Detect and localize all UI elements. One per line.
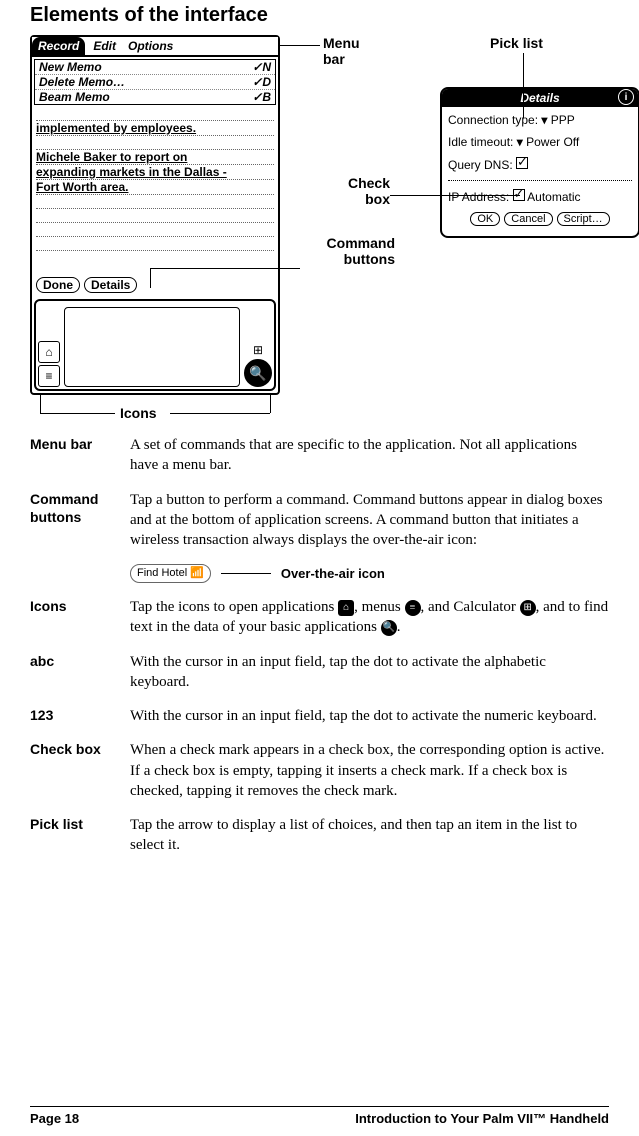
pick-list-arrow[interactable]: ▾	[517, 135, 523, 149]
applications-icon: ⌂	[338, 600, 354, 616]
term-check-box: Check box	[30, 740, 130, 801]
menu-item-new-memo[interactable]: New Memo	[39, 60, 102, 74]
over-the-air-icon: 📶	[190, 566, 204, 581]
pick-list-idle[interactable]: Power Off	[526, 135, 579, 149]
details-button[interactable]: Details	[84, 277, 137, 293]
menu-edit[interactable]: Edit	[87, 37, 122, 55]
callout-check-box: Check box	[330, 175, 390, 207]
palm-device-mock: Record Edit Options New Memo✓N Delete Me…	[30, 35, 280, 395]
details-dialog: Details i Connection type: ▾ PPP Idle ti…	[440, 87, 639, 238]
term-icons: Icons	[30, 597, 130, 638]
term-pick-list: Pick list	[30, 815, 130, 856]
graffiti-area[interactable]	[64, 307, 240, 387]
page-footer: Page 18 Introduction to Your Palm VII™ H…	[30, 1106, 609, 1126]
callout-over-the-air-icon: Over-the-air icon	[281, 565, 385, 583]
term-abc: abc	[30, 652, 130, 693]
term-menu-bar: Menu bar	[30, 435, 130, 476]
ok-button[interactable]: OK	[470, 212, 500, 226]
silkscreen-icons: ⌂ ≡ ⊞ 🔍	[34, 299, 276, 391]
book-title: Introduction to Your Palm VII™ Handheld	[355, 1111, 609, 1126]
done-button[interactable]: Done	[36, 277, 80, 293]
details-titlebar: Details i	[442, 89, 638, 107]
query-dns-checkbox[interactable]	[516, 157, 528, 169]
callout-pick-list: Pick list	[490, 35, 543, 51]
menu-record[interactable]: Record	[32, 37, 85, 55]
menu-item-delete-memo[interactable]: Delete Memo…	[39, 75, 125, 89]
term-123: 123	[30, 706, 130, 726]
definitions-table: Menu bar A set of commands that are spec…	[30, 435, 609, 856]
calculator-inline-icon: ⊞	[520, 600, 536, 616]
memo-text-area: implemented by employees. Michele Baker …	[32, 107, 278, 251]
page-heading: Elements of the interface	[30, 4, 609, 27]
term-command-buttons: Command buttons	[30, 490, 130, 551]
over-the-air-example: Find Hotel 📶 Over-the-air icon	[130, 564, 609, 583]
menu-options[interactable]: Options	[122, 37, 179, 55]
menu-icon[interactable]: ≡	[38, 365, 60, 387]
interface-diagram: Record Edit Options New Memo✓N Delete Me…	[30, 35, 609, 435]
menus-icon: ≡	[405, 600, 421, 616]
callout-icons: Icons	[120, 405, 157, 421]
home-icon[interactable]: ⌂	[38, 341, 60, 363]
find-icon[interactable]: 🔍	[244, 359, 272, 387]
calculator-icon[interactable]: ⊞	[253, 343, 263, 357]
find-hotel-button[interactable]: Find Hotel 📶	[130, 564, 211, 583]
script-button[interactable]: Script…	[557, 212, 610, 226]
menu-bar: Record Edit Options	[32, 37, 278, 57]
pick-list-arrow[interactable]: ▾	[541, 113, 547, 127]
find-inline-icon: 🔍	[381, 620, 397, 636]
callout-command-buttons: Command buttons	[305, 235, 395, 267]
record-menu-dropdown: New Memo✓N Delete Memo…✓D Beam Memo✓B	[34, 59, 276, 105]
cancel-button[interactable]: Cancel	[504, 212, 552, 226]
callout-menu-bar: Menu bar	[323, 35, 383, 67]
page-number: Page 18	[30, 1111, 79, 1126]
menu-item-beam-memo[interactable]: Beam Memo	[39, 90, 110, 104]
pick-list-connection[interactable]: PPP	[551, 113, 575, 127]
info-icon[interactable]: i	[618, 89, 634, 105]
